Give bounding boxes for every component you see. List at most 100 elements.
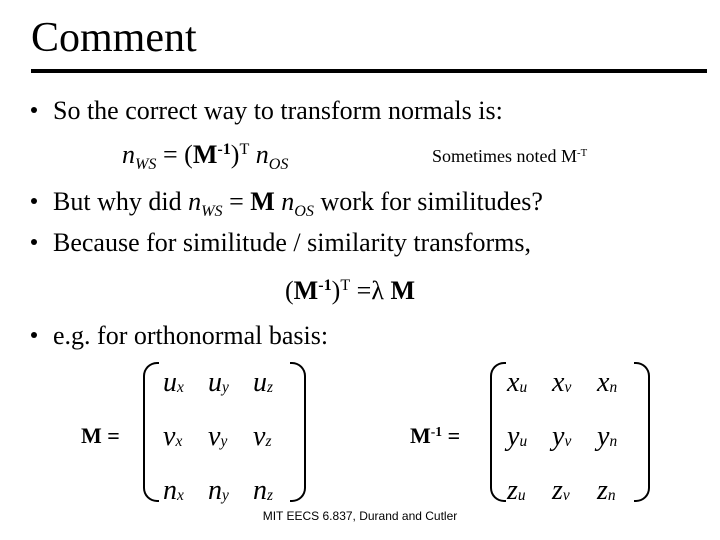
cell-subscript: z: [267, 486, 273, 504]
cell-base: z: [597, 475, 608, 506]
bullet-icon: [31, 332, 37, 339]
lambda-symbol: λ: [371, 276, 384, 305]
slide-title: Comment: [31, 15, 197, 61]
eq-matrix-symbol: M: [293, 276, 319, 305]
eq-subscript: OS: [268, 155, 289, 173]
bullet-text: So the correct way to transform normals …: [53, 96, 503, 125]
cell-base: y: [597, 421, 610, 452]
eq-matrix-symbol: M: [250, 187, 275, 216]
bullet-icon: [31, 107, 37, 114]
eq-superscript: T: [239, 141, 250, 159]
bullet-2: But why did nWS = M nOS work for similit…: [31, 186, 543, 220]
bullet-icon: [31, 198, 37, 205]
matrix-m-label: M =: [81, 423, 120, 448]
cell-subscript: u: [519, 378, 528, 396]
matrix-cell: vx: [163, 421, 213, 453]
matrix-cell: nx: [163, 475, 213, 507]
matrix-cell: zv: [552, 475, 602, 507]
cell-base: u: [208, 367, 222, 398]
matrix-cell: uz: [253, 367, 303, 399]
eq-matrix-symbol: M: [192, 140, 218, 169]
note-text: Sometimes noted M: [432, 146, 577, 166]
matrix-cell: nz: [253, 475, 303, 507]
bullet-text: But why did: [53, 187, 189, 216]
eq-symbol: n: [122, 140, 135, 169]
cell-base: u: [163, 367, 177, 398]
equation-normal-transform: nWS = (M-1)T nOS: [122, 139, 289, 173]
eq-symbol: n: [188, 187, 202, 216]
cell-subscript: v: [564, 378, 572, 396]
cell-subscript: v: [562, 486, 570, 504]
bullet-4: e.g. for orthonormal basis:: [31, 320, 328, 352]
matrix-minv-label: M-1 =: [410, 423, 460, 449]
title-divider: [31, 69, 707, 73]
note-superscript: -T: [577, 147, 588, 160]
matrix-cell: uy: [208, 367, 258, 399]
matrix-cell: yu: [507, 421, 557, 453]
cell-base: v: [253, 421, 266, 452]
cell-base: y: [507, 421, 520, 452]
cell-base: z: [507, 475, 518, 506]
bullet-1: So the correct way to transform normals …: [31, 95, 503, 127]
matrix-cell: yn: [597, 421, 647, 453]
matrix-cell: ny: [208, 475, 258, 507]
eq-subscript: WS: [201, 202, 223, 220]
cell-subscript: y: [222, 486, 229, 504]
matrix-cell: vz: [253, 421, 303, 453]
matrix-cell: yv: [552, 421, 602, 453]
eq-superscript: -1: [318, 277, 332, 295]
eq-subscript: WS: [135, 155, 157, 173]
label-symbol: M: [410, 423, 431, 448]
cell-base: x: [552, 367, 565, 398]
cell-subscript: n: [609, 378, 618, 396]
eq-subscript: OS: [294, 202, 314, 220]
eq-operator: = (: [156, 140, 193, 169]
cell-subscript: v: [564, 432, 572, 450]
bullet-icon: [31, 239, 37, 246]
matrix-cell: xv: [552, 367, 602, 399]
cell-subscript: n: [609, 432, 618, 450]
eq-operator: =: [350, 276, 372, 305]
cell-subscript: z: [267, 378, 273, 396]
cell-base: z: [552, 475, 563, 506]
left-bracket-icon: [490, 362, 506, 502]
cell-subscript: y: [220, 432, 228, 450]
eq-symbol: n: [274, 187, 295, 216]
matrix-cell: xu: [507, 367, 557, 399]
cell-base: n: [253, 475, 267, 506]
cell-subscript: u: [519, 432, 528, 450]
eq-paren: (: [285, 276, 294, 305]
eq-superscript: T: [340, 277, 351, 295]
matrix-cell: zn: [597, 475, 647, 507]
bullet-text: e.g. for orthonormal basis:: [53, 321, 329, 350]
matrix-cell: xn: [597, 367, 647, 399]
label-operator: =: [442, 423, 461, 448]
label-superscript: -1: [430, 423, 443, 439]
cell-subscript: y: [222, 378, 229, 396]
eq-matrix-symbol: M: [383, 276, 415, 305]
cell-subscript: x: [177, 378, 184, 396]
side-note: Sometimes noted M-T: [432, 146, 587, 167]
bullet-3: Because for similitude / similarity tran…: [31, 227, 531, 259]
cell-base: n: [208, 475, 222, 506]
cell-base: y: [552, 421, 565, 452]
cell-base: v: [208, 421, 221, 452]
bullet-text: Because for similitude / similarity tran…: [53, 228, 532, 257]
cell-base: v: [163, 421, 176, 452]
cell-subscript: z: [265, 432, 272, 450]
eq-paren: ): [331, 276, 341, 305]
left-bracket-icon: [143, 362, 159, 502]
cell-base: x: [597, 367, 610, 398]
eq-superscript: -1: [217, 141, 231, 159]
cell-subscript: x: [177, 486, 184, 504]
cell-subscript: n: [607, 486, 616, 504]
matrix-cell: zu: [507, 475, 557, 507]
cell-base: u: [253, 367, 267, 398]
eq-symbol: n: [249, 140, 269, 169]
cell-base: n: [163, 475, 177, 506]
cell-base: x: [507, 367, 520, 398]
equation-similitude: (M-1)T =λ M: [285, 275, 415, 307]
cell-subscript: u: [517, 486, 526, 504]
eq-operator: =: [222, 187, 251, 216]
footer-credit: MIT EECS 6.837, Durand and Cutler: [262, 509, 458, 523]
